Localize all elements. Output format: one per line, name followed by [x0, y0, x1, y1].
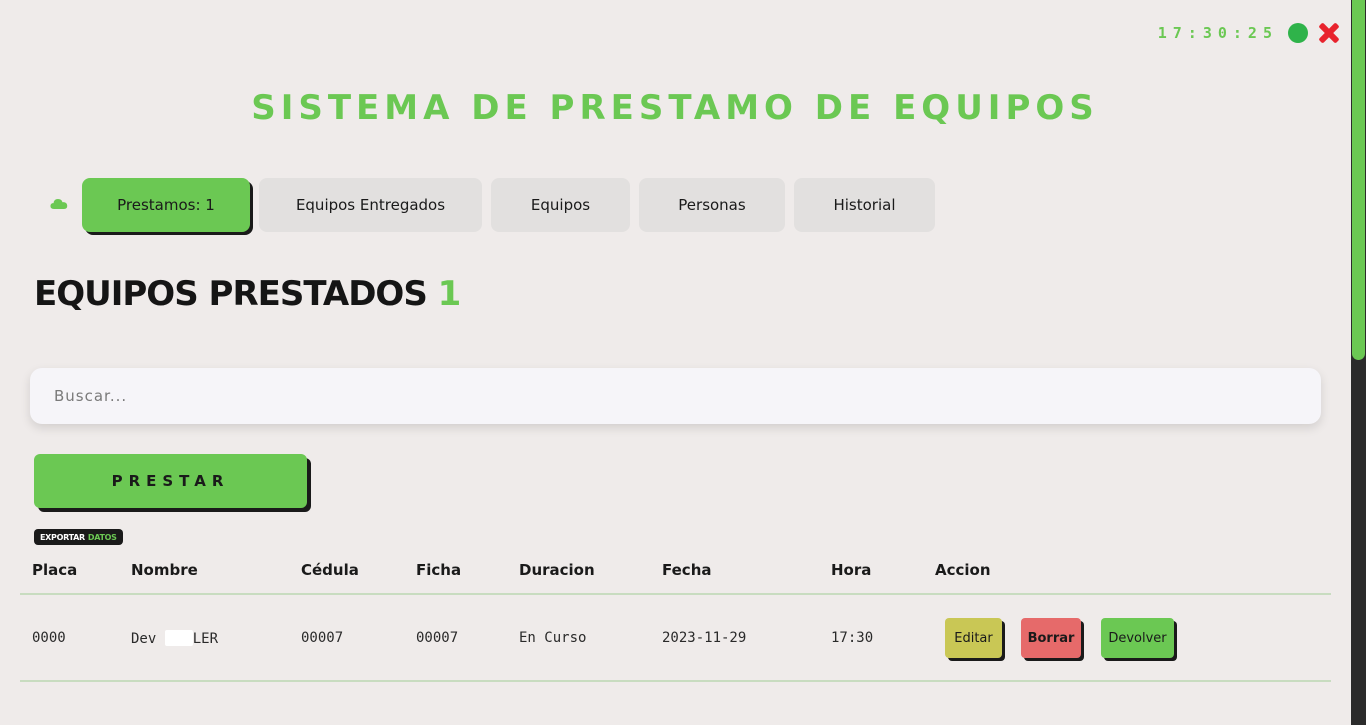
scrollbar-thumb[interactable]: [1352, 0, 1365, 360]
tab-label: Historial: [833, 196, 896, 214]
tab-historial[interactable]: Historial: [794, 178, 935, 232]
redacted-block: [164, 630, 193, 646]
column-header-duracion: Duracion: [519, 561, 595, 579]
table-header-divider: [20, 593, 1331, 595]
column-header-accion: Accion: [935, 561, 991, 579]
column-header-ficha: Ficha: [416, 561, 462, 579]
cell-ficha: 00007: [416, 630, 459, 646]
tab-label: Prestamos: 1: [117, 196, 215, 214]
column-header-hora: Hora: [831, 561, 872, 579]
tab-label: Equipos Entregados: [295, 196, 446, 214]
search-input[interactable]: [30, 368, 1321, 424]
delete-button[interactable]: Borrar: [1021, 618, 1081, 658]
table-row-divider: [20, 680, 1331, 682]
tab-equipos[interactable]: Equipos: [491, 178, 630, 232]
return-button[interactable]: Devolver: [1101, 618, 1174, 658]
column-header-placa: Placa: [32, 561, 78, 579]
edit-button[interactable]: Editar: [945, 618, 1002, 658]
scrollbar-track[interactable]: [1351, 0, 1366, 725]
close-icon[interactable]: [1318, 22, 1340, 44]
tab-label: Personas: [678, 196, 746, 214]
cell-nombre-suffix: LER: [192, 631, 219, 647]
top-bar: 17:30:25: [1158, 22, 1340, 44]
loan-count: 1: [437, 274, 462, 314]
column-header-nombre: Nombre: [131, 561, 198, 579]
status-dot-icon: [1288, 23, 1308, 43]
cell-cedula: 00007: [301, 630, 344, 646]
cloud-icon: [50, 199, 68, 209]
tab-bar: Prestamos: 1 Equipos Entregados Equipos …: [50, 178, 944, 232]
export-data-button[interactable]: EXPORTAR DATOS: [34, 529, 123, 545]
cell-nombre-prefix: Dev: [131, 631, 157, 647]
cell-nombre: Dev LER: [131, 630, 218, 647]
prestar-button[interactable]: PRESTAR: [34, 454, 307, 508]
cell-duracion: En Curso: [519, 630, 587, 646]
column-header-fecha: Fecha: [662, 561, 712, 579]
cell-hora: 17:30: [831, 630, 874, 646]
column-header-cedula: Cédula: [301, 561, 359, 579]
tab-equipos-entregados[interactable]: Equipos Entregados: [259, 178, 482, 232]
tab-prestamos[interactable]: Prestamos: 1: [82, 178, 250, 232]
tab-personas[interactable]: Personas: [639, 178, 785, 232]
cell-fecha: 2023-11-29: [662, 630, 747, 646]
app-title: SISTEMA DE PRESTAMO DE EQUIPOS: [251, 88, 1099, 128]
section-title: EQUIPOS PRESTADOS 1: [34, 274, 462, 314]
cell-placa: 0000: [32, 630, 66, 646]
export-label-highlight: DATOS: [87, 532, 117, 542]
export-label: EXPORTAR: [40, 532, 85, 542]
tab-label: Equipos: [530, 196, 591, 214]
clock: 17:30:25: [1157, 24, 1278, 42]
section-title-text: EQUIPOS PRESTADOS: [34, 274, 428, 314]
